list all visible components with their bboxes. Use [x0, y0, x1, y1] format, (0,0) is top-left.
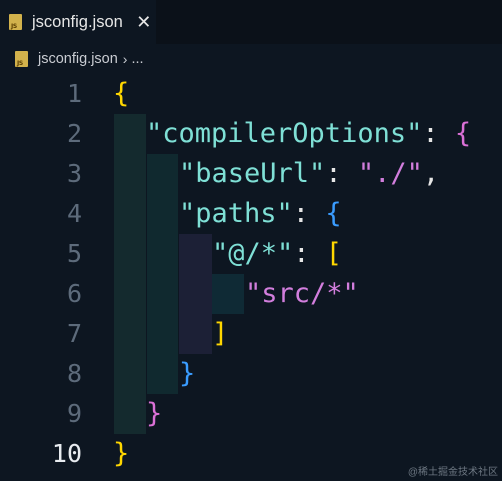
breadcrumb-file[interactable]: jsconfig.json	[38, 51, 118, 67]
code-text: "src/*"	[245, 274, 359, 314]
line-number: 4	[66, 199, 82, 228]
tab-jsconfig[interactable]: JS jsconfig.json ✕	[0, 0, 156, 44]
code-token: :	[293, 238, 326, 269]
code-token: }	[179, 358, 196, 389]
code-token: :	[325, 158, 358, 189]
chevron-right-icon: ›	[122, 51, 128, 67]
code-text: "baseUrl": "./",	[179, 154, 439, 194]
code-line[interactable]: 6 "src/*"	[0, 274, 502, 314]
code-text: {	[113, 74, 129, 114]
code-token: :	[422, 118, 455, 149]
code-line[interactable]: 7]	[0, 314, 502, 354]
code-token: }	[146, 398, 163, 429]
code-token: :	[292, 198, 326, 229]
line-number: 8	[66, 359, 82, 388]
code-text: "@/*": [	[212, 234, 342, 274]
code-line[interactable]: 2 "compilerOptions": {	[0, 114, 502, 154]
line-number: 10	[51, 439, 82, 468]
code-token: "@/*"	[212, 238, 294, 269]
code-token: ,	[422, 158, 440, 189]
code-token: "paths"	[179, 198, 293, 229]
js-file-icon: JS	[8, 13, 24, 31]
js-file-icon: JS	[14, 50, 30, 68]
code-token: [	[325, 238, 343, 269]
code-token: "src/*"	[245, 278, 359, 309]
code-text: }	[113, 434, 129, 474]
line-number: 7	[66, 319, 82, 348]
code-line[interactable]: 3 "baseUrl": "./",	[0, 154, 502, 194]
code-token: "compilerOptions"	[146, 118, 423, 149]
line-number: 9	[66, 399, 82, 428]
code-text: }	[146, 394, 162, 434]
code-text: "compilerOptions": {	[146, 114, 471, 154]
code-text: ]	[212, 314, 228, 354]
tab-label: jsconfig.json	[32, 12, 123, 31]
code-text: }	[179, 354, 195, 394]
line-number: 5	[66, 239, 82, 268]
code-line[interactable]: 8}	[0, 354, 502, 394]
code-token: {	[113, 78, 130, 109]
code-line[interactable]: 4 "paths": {	[0, 194, 502, 234]
breadcrumb: JS jsconfig.json › ...	[0, 44, 502, 74]
code-editor[interactable]: 1{2 "compilerOptions": {3 "baseUrl": "./",…	[0, 74, 502, 481]
line-number: 6	[66, 279, 82, 308]
close-icon[interactable]: ✕	[135, 13, 153, 31]
line-number: 2	[66, 119, 82, 148]
code-token: {	[325, 198, 342, 229]
watermark: @稀土掘金技术社区	[407, 467, 498, 478]
tab-bar: JS jsconfig.json ✕	[0, 0, 502, 44]
code-line[interactable]: 5 "@/*": [	[0, 234, 502, 274]
breadcrumb-more[interactable]: ...	[131, 51, 143, 67]
code-token: {	[454, 118, 472, 149]
code-token: }	[113, 438, 130, 469]
line-number: 1	[66, 79, 82, 108]
code-text: "paths": {	[179, 194, 342, 234]
code-token: "./"	[357, 158, 423, 189]
line-number: 3	[66, 159, 82, 188]
code-line[interactable]: 1{	[0, 74, 502, 114]
code-token: ]	[212, 318, 229, 349]
code-line[interactable]: 9}	[0, 394, 502, 434]
code-token: "baseUrl"	[179, 158, 326, 189]
